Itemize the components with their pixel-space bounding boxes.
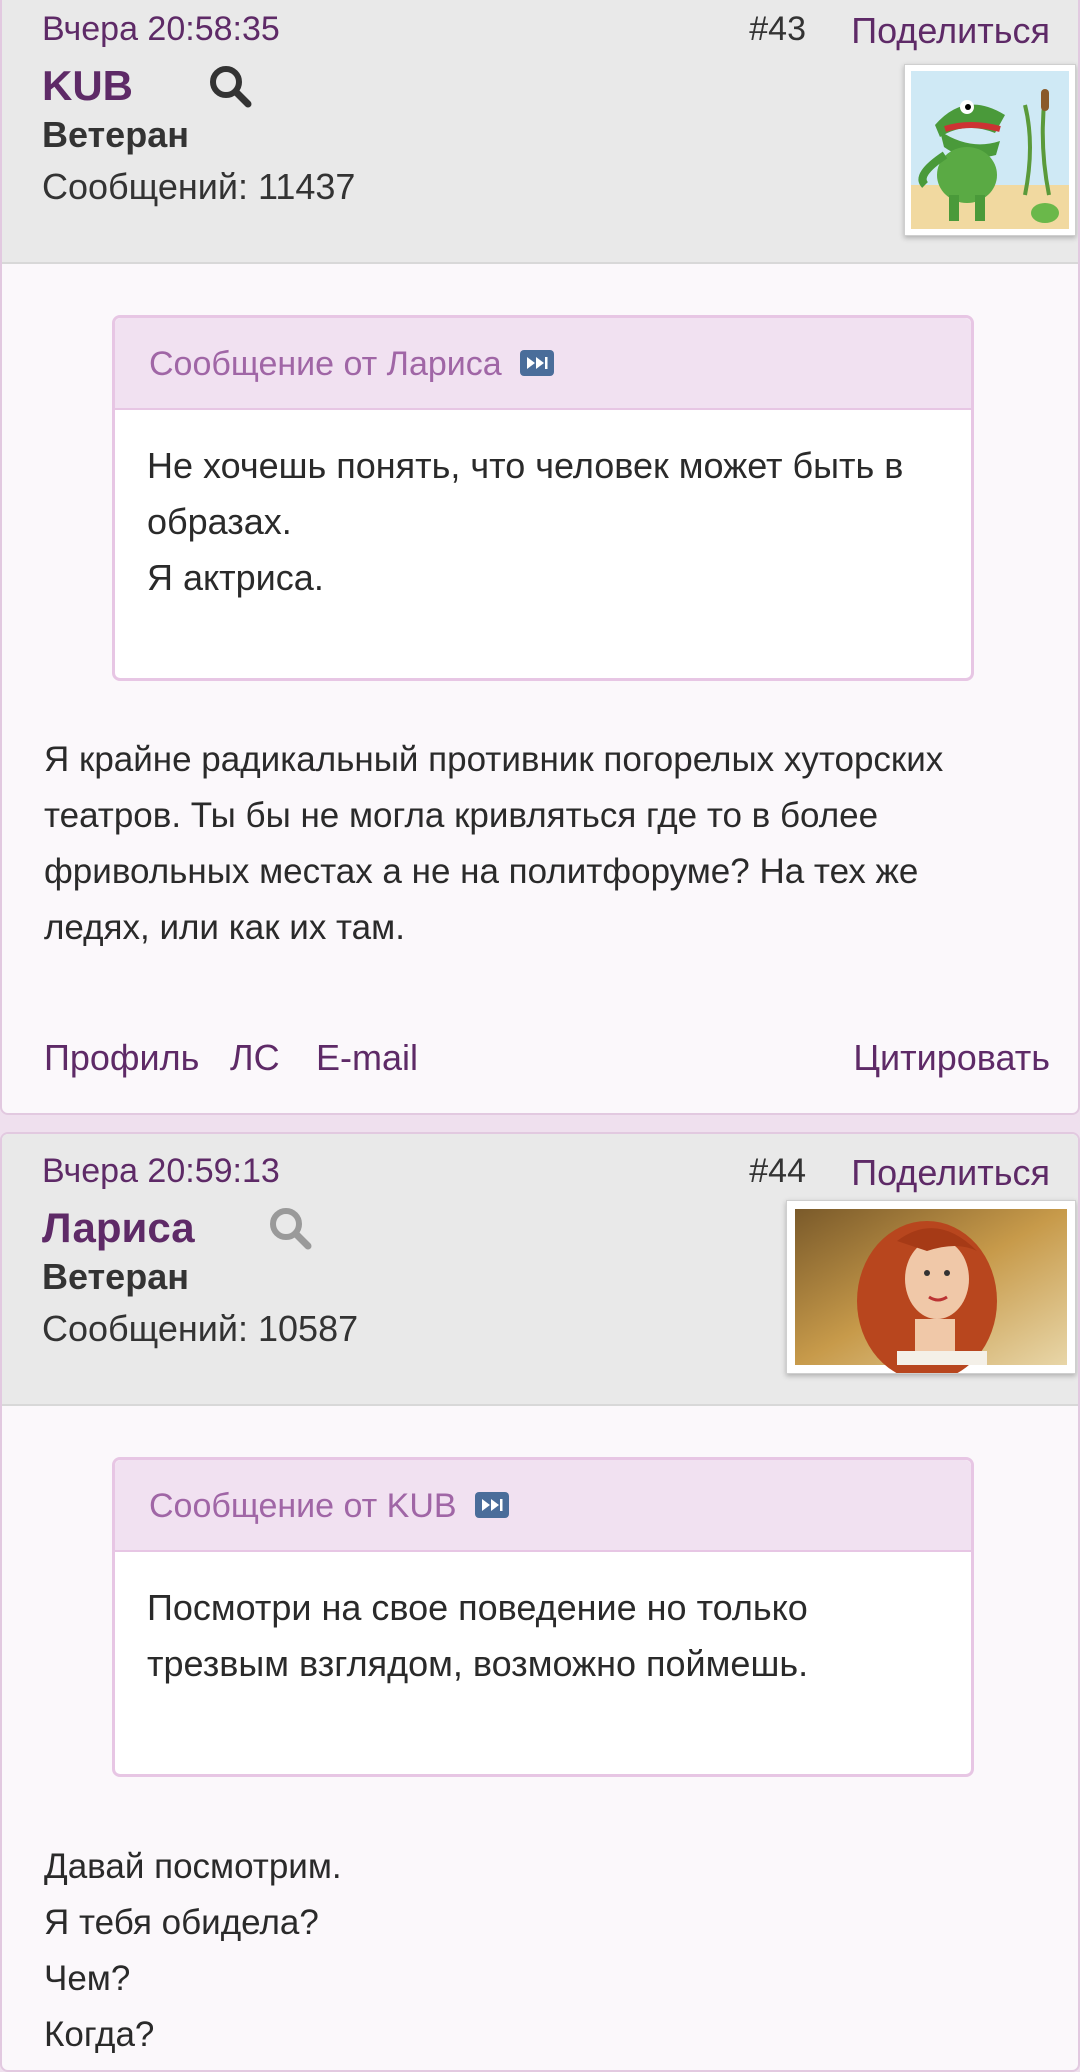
- username-link[interactable]: KUB: [42, 62, 133, 110]
- crocodile-avatar[interactable]: [904, 64, 1076, 236]
- view-post-icon[interactable]: [474, 1490, 510, 1520]
- quote-author: Сообщение от KUB: [149, 1487, 457, 1525]
- message-line: ледях, или как их там.: [44, 908, 405, 947]
- share-link[interactable]: Поделиться: [851, 1152, 1050, 1194]
- post-timestamp: Вчера 20:59:13: [42, 1152, 280, 1190]
- post-44: Вчера 20:59:13 #44 Поделиться Лариса Вет…: [0, 1132, 1080, 2072]
- quote-header: Сообщение от KUB: [115, 1460, 971, 1552]
- message-line: театров. Ты бы не могла кривляться где т…: [44, 796, 879, 835]
- quote-line: Я актриса.: [147, 557, 324, 598]
- quote-text: Не хочешь понять, что человек может быть…: [115, 410, 971, 606]
- message-line: Когда?: [44, 2015, 155, 2054]
- quote-block: Сообщение от Лариса Не хочешь понять, чт…: [112, 315, 974, 681]
- view-post-icon[interactable]: [519, 348, 555, 378]
- username-link[interactable]: Лариса: [42, 1204, 195, 1252]
- search-icon[interactable]: [266, 1204, 314, 1252]
- quote-line: Посмотри на свое поведение но только: [147, 1587, 808, 1628]
- quote-text: Посмотри на свое поведение но только тре…: [115, 1552, 971, 1692]
- user-message-count: Сообщений: 10587: [42, 1308, 359, 1349]
- user-rank: Ветеран: [42, 1256, 189, 1297]
- post-timestamp: Вчера 20:58:35: [42, 10, 280, 48]
- quote-block: Сообщение от KUB Посмотри на свое поведе…: [112, 1457, 974, 1777]
- user-rank: Ветеран: [42, 114, 189, 155]
- quote-line: трезвым взглядом, возможно поймешь.: [147, 1643, 809, 1684]
- search-icon[interactable]: [206, 62, 254, 110]
- crocodile-avatar-image: [911, 71, 1069, 229]
- user-photo-avatar[interactable]: [786, 1200, 1076, 1381]
- post-number-link[interactable]: #43: [749, 10, 806, 49]
- quote-button[interactable]: Цитировать: [853, 1037, 1050, 1079]
- email-link[interactable]: E-mail: [316, 1037, 418, 1079]
- quote-line: Не хочешь понять, что человек может быть…: [147, 445, 904, 486]
- private-message-link[interactable]: ЛС: [230, 1037, 280, 1079]
- post-message: Я крайне радикальный противник погорелых…: [44, 732, 943, 956]
- post-header: Вчера 20:58:35 #43 Поделиться KUB Ветера…: [2, 0, 1078, 264]
- quote-header: Сообщение от Лариса: [115, 318, 971, 410]
- post-message: Давай посмотрим. Я тебя обидела? Чем? Ко…: [44, 1839, 342, 2063]
- profile-link[interactable]: Профиль: [44, 1037, 199, 1079]
- user-message-count: Сообщений: 11437: [42, 166, 356, 207]
- message-line: Давай посмотрим.: [44, 1847, 342, 1886]
- message-line: фривольных местах а не на политфоруме? Н…: [44, 852, 919, 891]
- quote-line: образах.: [147, 501, 292, 542]
- post-header: Вчера 20:59:13 #44 Поделиться Лариса Вет…: [2, 1134, 1078, 1406]
- post-43: Вчера 20:58:35 #43 Поделиться KUB Ветера…: [0, 0, 1080, 1115]
- quote-author: Сообщение от Лариса: [149, 345, 502, 383]
- woman-photo-avatar-image: [795, 1209, 1067, 1381]
- message-line: Чем?: [44, 1959, 131, 1998]
- post-number-link[interactable]: #44: [749, 1152, 806, 1191]
- share-link[interactable]: Поделиться: [851, 10, 1050, 52]
- message-line: Я тебя обидела?: [44, 1903, 319, 1942]
- message-line: Я крайне радикальный противник погорелых…: [44, 740, 944, 779]
